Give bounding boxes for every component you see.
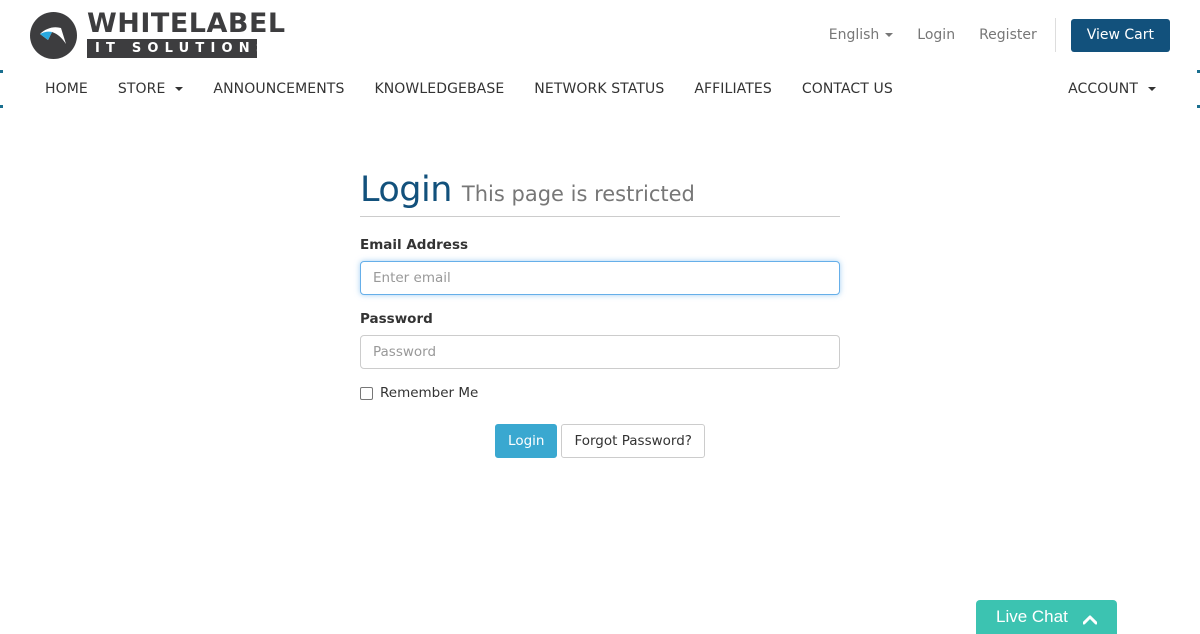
nav-item-affiliates[interactable]: AFFILIATES: [694, 81, 772, 97]
nav-item-knowledgebase[interactable]: KNOWLEDGEBASE: [374, 81, 504, 97]
nav-item-account[interactable]: ACCOUNT: [1068, 70, 1156, 108]
nav-corner-mark: [0, 70, 3, 73]
nav-item-label: NETWORK STATUS: [534, 81, 665, 97]
form-actions: Login Forgot Password?: [360, 424, 840, 458]
caret-down-icon: [1148, 87, 1156, 91]
remember-me-label: Remember Me: [380, 385, 479, 401]
logo-tagline: IT SOLUTIONS: [87, 39, 265, 58]
nav-item-contact-us[interactable]: CONTACT US: [802, 81, 893, 97]
password-field[interactable]: [360, 335, 840, 369]
chevron-up-icon: [1083, 615, 1097, 625]
page-title-main: Login: [360, 170, 452, 210]
nav-item-label: STORE: [117, 81, 166, 97]
nav-item-label: AFFILIATES: [694, 81, 772, 97]
nav-item-label: KNOWLEDGEBASE: [374, 81, 505, 97]
page-title: Login This page is restricted: [360, 170, 840, 217]
login-button[interactable]: Login: [495, 424, 558, 458]
live-chat-button[interactable]: Live Chat: [976, 600, 1117, 634]
site-header: WHITELABEL IT SOLUTIONS English Login Re…: [0, 0, 1200, 70]
language-label: English: [828, 27, 880, 43]
logo-wordmark: WHITELABEL: [87, 8, 286, 39]
caret-down-icon: [175, 87, 184, 91]
login-form: Login This page is restricted Email Addr…: [360, 170, 840, 458]
caret-down-icon: [885, 33, 894, 37]
remember-me[interactable]: Remember Me: [360, 385, 478, 401]
forgot-password-button[interactable]: Forgot Password?: [561, 424, 705, 458]
language-dropdown[interactable]: English: [829, 27, 894, 43]
login-link[interactable]: Login: [917, 27, 955, 43]
nav-item-label: ANNOUNCEMENTS: [213, 81, 345, 97]
nav-item-label: CONTACT US: [801, 81, 893, 97]
top-links: English Login Register View Cart: [829, 18, 1170, 52]
nav-item-label: ACCOUNT: [1068, 81, 1138, 97]
register-link[interactable]: Register: [979, 27, 1037, 43]
divider: [1054, 18, 1056, 52]
nav-item-network-status[interactable]: NETWORK STATUS: [534, 81, 664, 97]
password-label: Password: [360, 311, 433, 327]
nav-item-store[interactable]: STORE: [118, 81, 184, 97]
email-label: Email Address: [360, 237, 469, 253]
nav-corner-mark: [0, 105, 3, 108]
live-chat-label: Live Chat: [996, 607, 1068, 626]
view-cart-button[interactable]: View Cart: [1070, 18, 1170, 52]
nav-item-label: HOME: [45, 81, 88, 97]
logo-mark-icon: [30, 12, 77, 59]
remember-me-checkbox[interactable]: [360, 386, 373, 400]
page-subtitle: This page is restricted: [461, 182, 695, 206]
email-field[interactable]: [360, 261, 840, 295]
nav-item-announcements[interactable]: ANNOUNCEMENTS: [213, 81, 344, 97]
main-nav: HOME STORE ANNOUNCEMENTS KNOWLEDGEBASE N…: [0, 70, 1200, 108]
nav-item-home[interactable]: HOME: [45, 81, 88, 97]
logo[interactable]: WHITELABEL IT SOLUTIONS: [30, 9, 285, 59]
